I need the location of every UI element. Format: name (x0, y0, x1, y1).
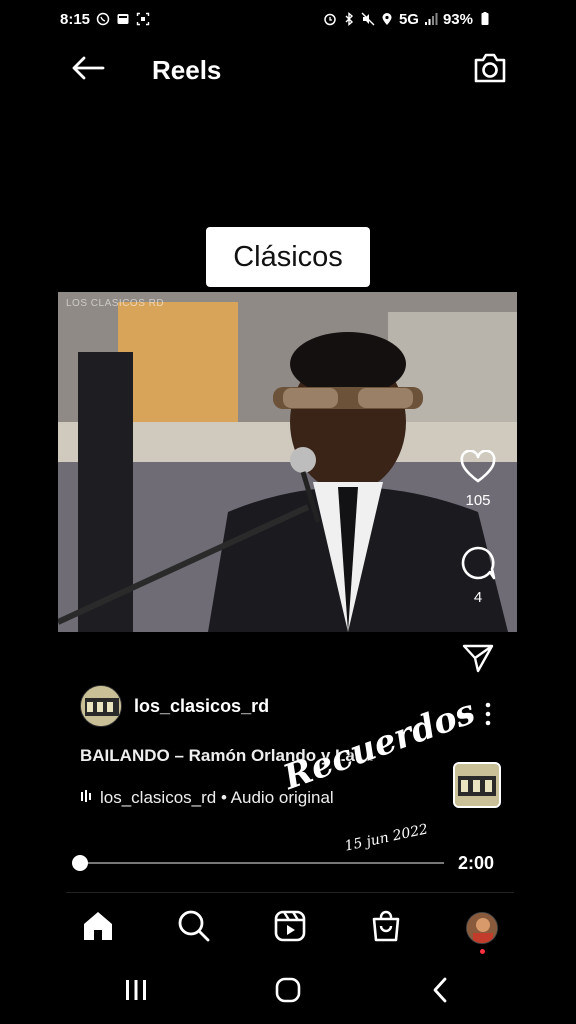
progress-knob[interactable] (72, 855, 88, 871)
video-duration: 2:00 (458, 853, 495, 873)
signal-icon (424, 12, 438, 26)
reels-screen: 8:15 5G 93% Reels Clásicos LOS CLASICOS … (0, 0, 576, 1024)
shop-icon (370, 910, 402, 947)
reel-video[interactable]: LOS CLASICOS RD (58, 292, 517, 632)
search-icon (177, 909, 211, 948)
screenshot-icon (136, 12, 150, 26)
like-count: 105 (465, 492, 491, 509)
audio-bars-icon (80, 788, 94, 808)
back-system-button[interactable] (400, 968, 480, 1016)
back-button[interactable] (60, 44, 116, 96)
camera-icon (472, 52, 508, 89)
share-action[interactable] (450, 642, 506, 674)
whatsapp-icon (96, 12, 110, 26)
home-circle-icon (275, 977, 301, 1008)
home-system-button[interactable] (248, 968, 328, 1016)
author-username[interactable]: los_clasicos_rd (134, 696, 269, 717)
back-chevron-icon (432, 977, 448, 1008)
status-bar: 8:15 5G 93% (60, 0, 492, 38)
audio-thumbnail[interactable] (453, 762, 501, 808)
news-icon (116, 12, 130, 26)
status-left: 8:15 (60, 11, 150, 28)
overlay-date: 15 jun 2022 (343, 821, 430, 855)
mute-icon (361, 12, 375, 26)
nav-profile[interactable] (454, 900, 510, 956)
status-right: 5G 93% (323, 11, 492, 28)
video-watermark: LOS CLASICOS RD (66, 298, 165, 309)
bottom-divider (66, 892, 514, 893)
video-still-image (58, 292, 517, 632)
comment-count: 4 (473, 589, 483, 606)
nav-home[interactable] (70, 900, 126, 956)
more-vertical-icon (485, 702, 491, 734)
reels-header: Reels (60, 44, 516, 96)
comment-icon (450, 545, 506, 581)
location-icon (380, 12, 394, 26)
home-icon (81, 910, 115, 947)
page-title: Reels (152, 54, 222, 85)
notification-dot (480, 949, 485, 954)
bottom-nav (70, 900, 510, 956)
profile-avatar (466, 912, 498, 944)
caption-sticker: Clásicos (206, 227, 370, 287)
comment-action[interactable]: 4 (450, 545, 506, 606)
recents-button[interactable] (96, 968, 176, 1016)
progress-track[interactable] (80, 862, 444, 864)
send-icon (450, 642, 506, 674)
heart-icon (450, 450, 506, 484)
nav-search[interactable] (166, 900, 222, 956)
status-time: 8:15 (60, 10, 91, 28)
network-label: 5G (398, 10, 419, 28)
bluetooth-icon (342, 12, 356, 26)
recents-icon (124, 979, 148, 1006)
author-avatar[interactable] (80, 685, 122, 727)
like-action[interactable]: 105 (450, 450, 506, 509)
back-arrow-icon (71, 56, 105, 85)
system-nav (96, 968, 480, 1016)
nav-shop[interactable] (358, 900, 414, 956)
battery-percent: 93% (442, 10, 473, 28)
battery-icon (478, 12, 492, 26)
reels-icon (274, 910, 306, 947)
camera-button[interactable] (464, 44, 516, 96)
nav-reels[interactable] (262, 900, 318, 956)
alarm-icon (323, 12, 337, 26)
